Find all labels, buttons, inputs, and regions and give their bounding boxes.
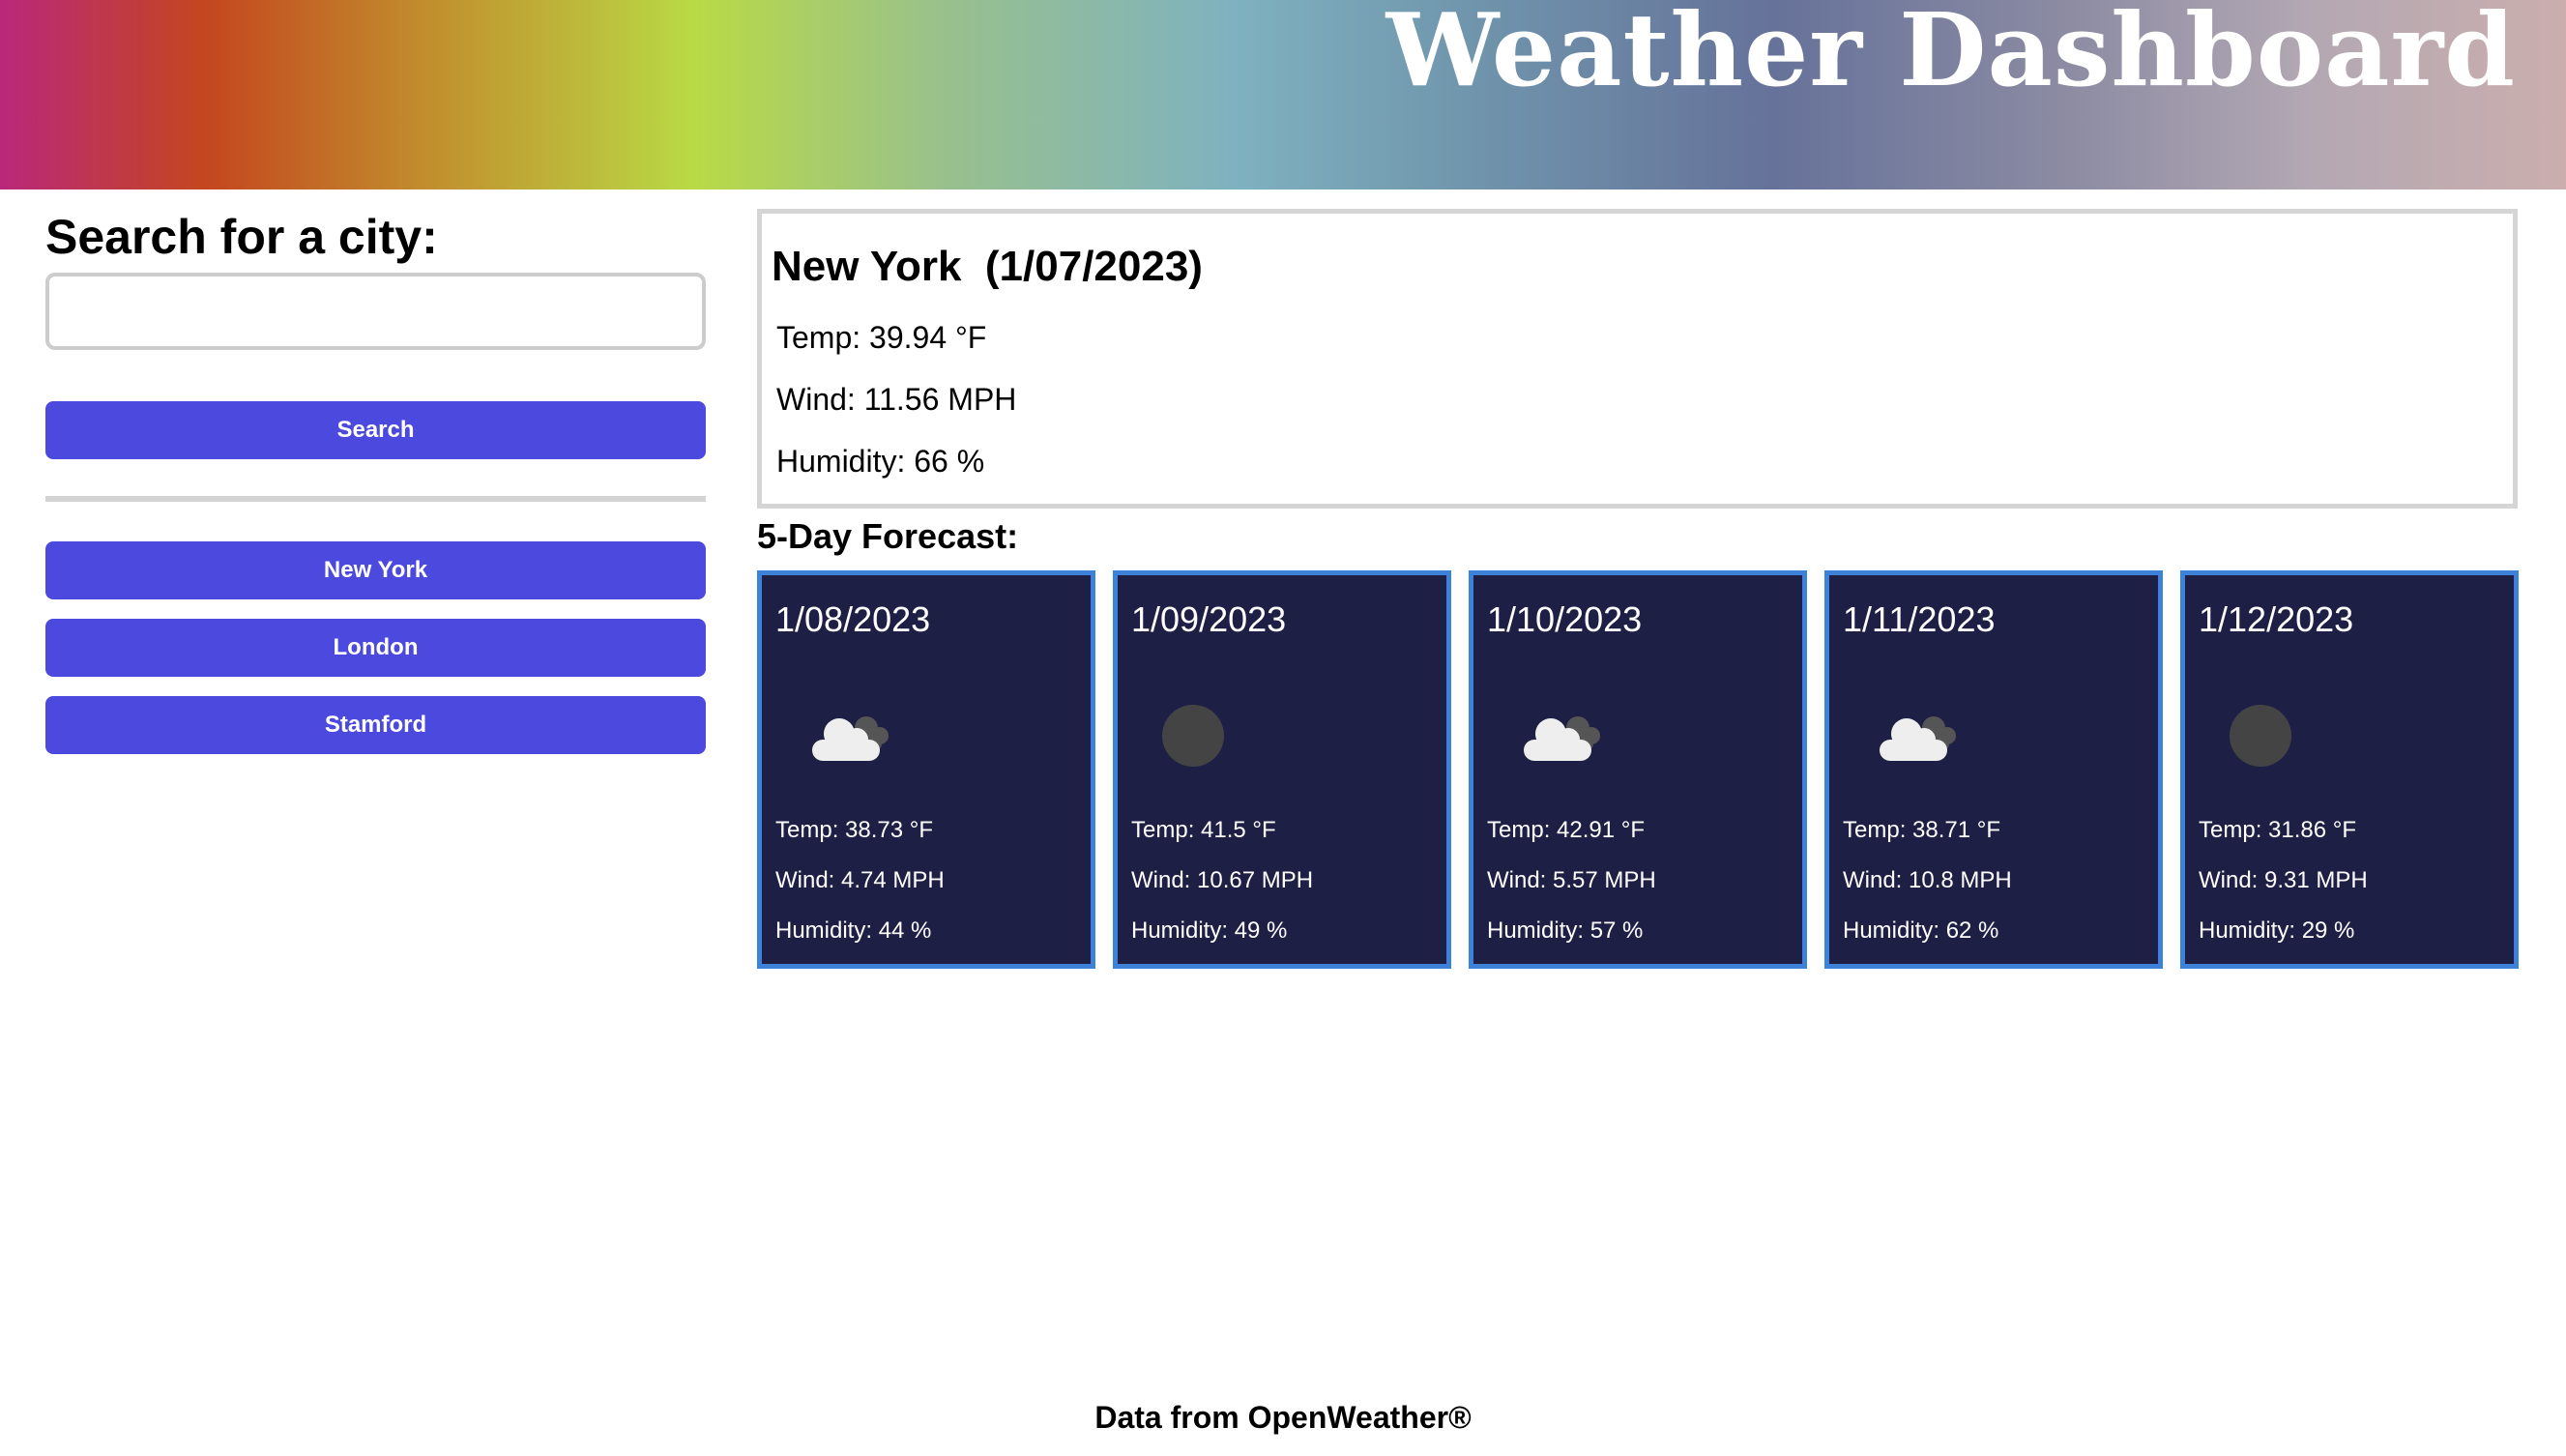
forecast-date: 1/08/2023	[775, 599, 931, 639]
cloud-icon	[1880, 716, 1956, 761]
forecast-wind: Wind: 9.31 MPH	[2199, 867, 2368, 893]
forecast-wind: Wind: 10.8 MPH	[1843, 867, 2012, 893]
divider	[45, 496, 706, 502]
cloud-icon	[812, 716, 889, 761]
current-city-heading: New York (1/07/2023)	[772, 243, 1203, 291]
forecast-date: 1/09/2023	[1131, 599, 1287, 639]
moon-icon	[1162, 705, 1224, 767]
forecast-temp: Temp: 42.91 °F	[1487, 817, 1646, 843]
search-heading: Search for a city:	[45, 210, 438, 264]
current-temp: Temp: 39.94 °F	[776, 320, 987, 355]
current-weather-card: New York (1/07/2023) Temp: 39.94 °F Wind…	[757, 209, 2518, 509]
history-button-london[interactable]: London	[45, 619, 706, 677]
forecast-temp: Temp: 38.73 °F	[775, 817, 934, 843]
forecast-humidity: Humidity: 29 %	[2199, 917, 2355, 944]
forecast-temp: Temp: 31.86 °F	[2199, 817, 2357, 843]
moon-icon	[2230, 705, 2291, 767]
forecast-temp: Temp: 38.71 °F	[1843, 817, 2001, 843]
current-date: (1/07/2023)	[984, 243, 1203, 290]
current-city: New York	[772, 243, 962, 290]
forecast-humidity: Humidity: 49 %	[1131, 917, 1288, 944]
forecast-humidity: Humidity: 62 %	[1843, 917, 1999, 944]
forecast-wind: Wind: 5.57 MPH	[1487, 867, 1656, 893]
forecast-date: 1/11/2023	[1843, 599, 1996, 639]
history-button-stamford[interactable]: Stamford	[45, 696, 706, 754]
forecast-date: 1/12/2023	[2199, 599, 2354, 639]
search-button[interactable]: Search	[45, 401, 706, 459]
footer-credit: Data from OpenWeather®	[1094, 1400, 1472, 1435]
forecast-temp: Temp: 41.5 °F	[1131, 817, 1276, 843]
search-panel: Search for a city: Search New York Londo…	[45, 203, 706, 754]
forecast-humidity: Humidity: 44 %	[775, 917, 932, 944]
forecast-wind: Wind: 4.74 MPH	[775, 867, 945, 893]
forecast-date: 1/10/2023	[1487, 599, 1643, 639]
forecast-card: 1/12/2023 Temp: 31.86 °F Wind: 9.31 MPH …	[2180, 570, 2519, 969]
forecast-card: 1/08/2023 Temp: 38.73 °F Wind: 4.74 MPH …	[757, 570, 1095, 969]
page-title: Weather Dashboard	[1385, 0, 2516, 109]
forecast-card: 1/09/2023 Temp: 41.5 °F Wind: 10.67 MPH …	[1113, 570, 1451, 969]
city-search-input[interactable]	[45, 273, 706, 350]
current-wind: Wind: 11.56 MPH	[776, 382, 1017, 417]
current-humidity: Humidity: 66 %	[776, 444, 985, 479]
header-banner: Weather Dashboard	[0, 0, 2566, 189]
forecast-wind: Wind: 10.67 MPH	[1131, 867, 1314, 893]
forecast-heading: 5-Day Forecast:	[757, 516, 1019, 556]
forecast-card: 1/10/2023 Temp: 42.91 °F Wind: 5.57 MPH …	[1469, 570, 1807, 969]
forecast-humidity: Humidity: 57 %	[1487, 917, 1644, 944]
cloud-icon	[1524, 716, 1600, 761]
history-button-new-york[interactable]: New York	[45, 541, 706, 599]
forecast-card: 1/11/2023 Temp: 38.71 °F Wind: 10.8 MPH …	[1824, 570, 2163, 969]
